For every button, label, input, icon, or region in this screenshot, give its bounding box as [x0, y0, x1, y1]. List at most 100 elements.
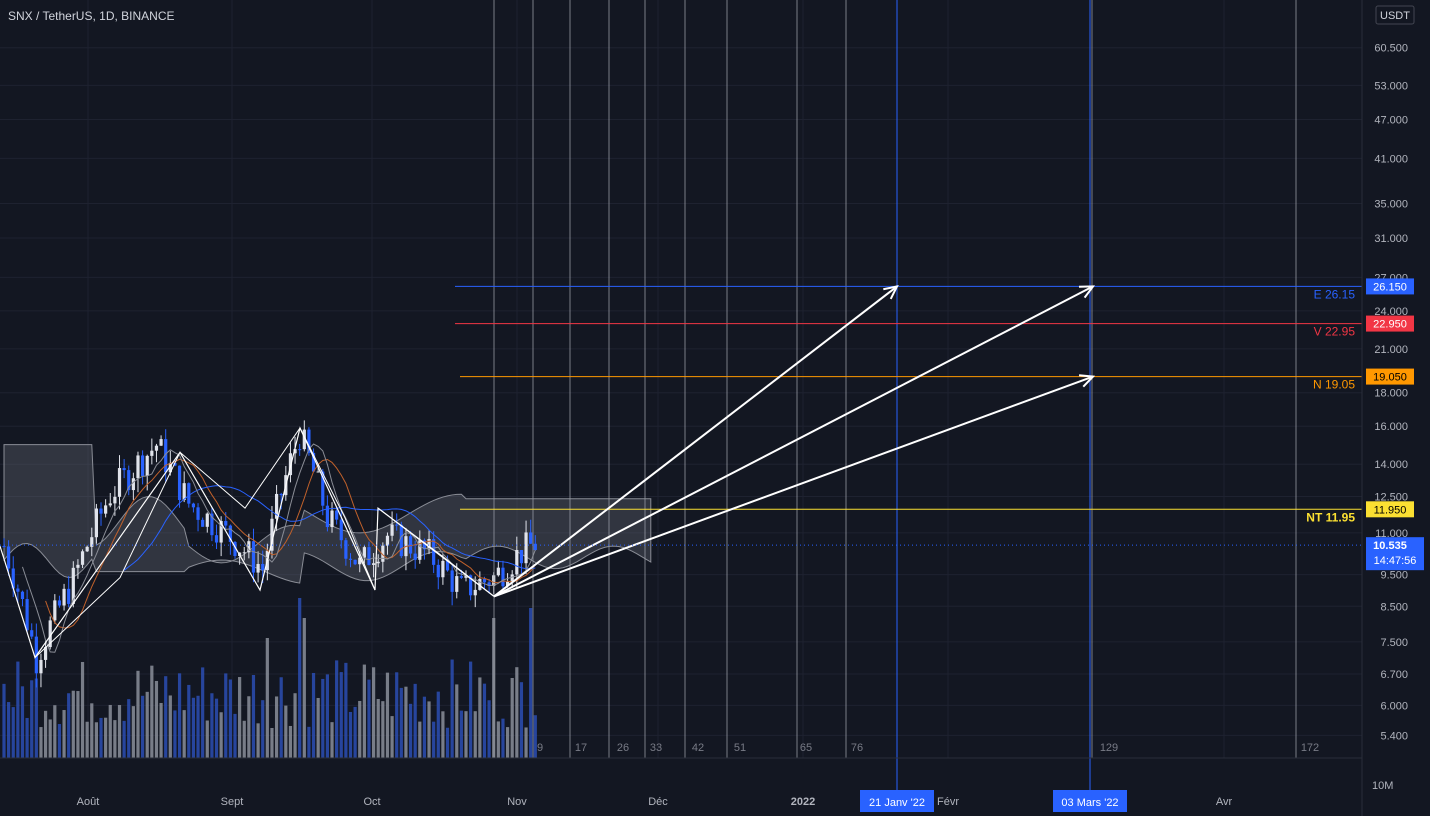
volume-bar — [372, 667, 376, 758]
price-tick-label: 35.000 — [1374, 198, 1408, 210]
candle-body — [335, 510, 339, 520]
candle-body — [196, 507, 200, 520]
volume-bar — [150, 665, 154, 758]
volume-bar — [496, 721, 500, 758]
symbol-title[interactable]: SNX / TetherUS, 1D, BINANCE — [8, 9, 175, 23]
volume-bar — [524, 727, 528, 758]
target-price-tag-text: 11.950 — [1374, 504, 1407, 516]
volume-bar — [71, 690, 75, 758]
price-tick-label: 9.500 — [1380, 570, 1408, 582]
volume-bar — [358, 700, 362, 758]
target-label: N 19.05 — [1313, 378, 1355, 392]
price-tick-label: 14.000 — [1374, 459, 1408, 471]
volume-axis-label: 10M — [1372, 780, 1393, 792]
volume-bar — [395, 672, 399, 758]
volume-bar — [173, 710, 177, 758]
price-tick-label: 7.500 — [1380, 637, 1408, 649]
volume-bar — [459, 710, 463, 758]
volume-bar — [284, 705, 288, 758]
volume-bar — [141, 695, 145, 758]
volume-bar — [228, 679, 232, 758]
target-label: NT 11.95 — [1306, 510, 1355, 524]
volume-bar — [196, 695, 200, 758]
volume-bar — [251, 675, 256, 758]
volume-bar — [270, 727, 274, 758]
volume-bar — [247, 696, 251, 758]
candle-body — [159, 439, 163, 446]
volume-bar — [478, 677, 482, 758]
volume-bar — [293, 693, 297, 758]
target-price-tag-text: 22.950 — [1373, 319, 1407, 331]
candle-body — [145, 455, 149, 476]
volume-bar — [501, 718, 505, 758]
candle-body — [53, 600, 57, 621]
volume-bar — [214, 698, 219, 758]
volume-bar — [2, 683, 6, 758]
candle-body — [39, 659, 43, 674]
price-tick-label: 60.500 — [1374, 43, 1408, 55]
candle-body — [353, 559, 357, 565]
volume-bar — [529, 608, 533, 758]
price-tick-label: 41.000 — [1374, 153, 1408, 165]
volume-bar — [367, 679, 371, 758]
volume-bar — [201, 667, 205, 758]
target-label: E 26.15 — [1314, 287, 1356, 301]
candle-body — [141, 455, 145, 476]
volume-bar — [515, 667, 519, 758]
time-axis-label: Sept — [221, 796, 244, 808]
volume-bar — [376, 699, 380, 758]
volume-bar — [311, 672, 316, 758]
fib-time-number: 26 — [617, 742, 629, 754]
price-tick-label: 6.700 — [1380, 669, 1408, 681]
volume-bar — [53, 705, 57, 758]
volume-bar — [418, 721, 422, 758]
volume-bar — [487, 700, 491, 758]
candle-body — [251, 541, 256, 573]
volume-bar — [62, 710, 66, 758]
candle-body — [524, 532, 528, 564]
volume-bar — [473, 711, 477, 758]
volume-bar — [108, 704, 112, 758]
candle-body — [113, 496, 117, 504]
candle-body — [67, 588, 71, 604]
volume-bar — [408, 703, 413, 758]
candle-body — [76, 564, 80, 568]
projection-arrow — [493, 285, 898, 598]
volume-bar — [7, 702, 11, 758]
volume-bar — [288, 725, 293, 758]
candle-body — [150, 450, 154, 456]
volume-bar — [191, 697, 196, 758]
candle-body — [224, 520, 228, 526]
fib-time-number: 51 — [734, 742, 746, 754]
price-chart[interactable]: 9 17 26 33 42 51 65 76 129 172 E 26.15 V 22.95 N 19… — [0, 0, 1430, 816]
candle-body — [256, 563, 260, 573]
price-tick-label: 31.000 — [1374, 233, 1408, 245]
volume-bar — [399, 687, 403, 758]
candle-body — [413, 553, 417, 560]
candle-body — [16, 588, 20, 592]
candle-body — [136, 455, 140, 479]
candle-body — [30, 630, 34, 637]
volume-bar — [30, 680, 34, 758]
candle-body — [99, 508, 103, 514]
time-axis-label: 2022 — [791, 796, 815, 808]
candle-body — [348, 558, 353, 560]
volume-bar — [34, 678, 38, 758]
candle-body — [201, 519, 205, 527]
candle-body — [482, 578, 487, 583]
time-axis-label: Avr — [1216, 796, 1233, 808]
volume-bar — [159, 702, 163, 758]
volume-bar — [177, 673, 182, 758]
candle-body — [459, 576, 463, 578]
fib-time-number: 172 — [1301, 742, 1319, 754]
candle-body — [122, 468, 126, 471]
candle-body — [57, 600, 62, 606]
candle-body — [376, 561, 380, 564]
volume-bar — [20, 686, 25, 758]
candle-body — [408, 536, 413, 554]
price-tick-label: 5.400 — [1380, 730, 1408, 742]
axes: 60.50053.00047.00041.00035.00031.00027.0… — [0, 0, 1430, 816]
candle-body — [25, 599, 29, 631]
volume-bar — [302, 618, 306, 758]
candle-body — [390, 524, 394, 536]
